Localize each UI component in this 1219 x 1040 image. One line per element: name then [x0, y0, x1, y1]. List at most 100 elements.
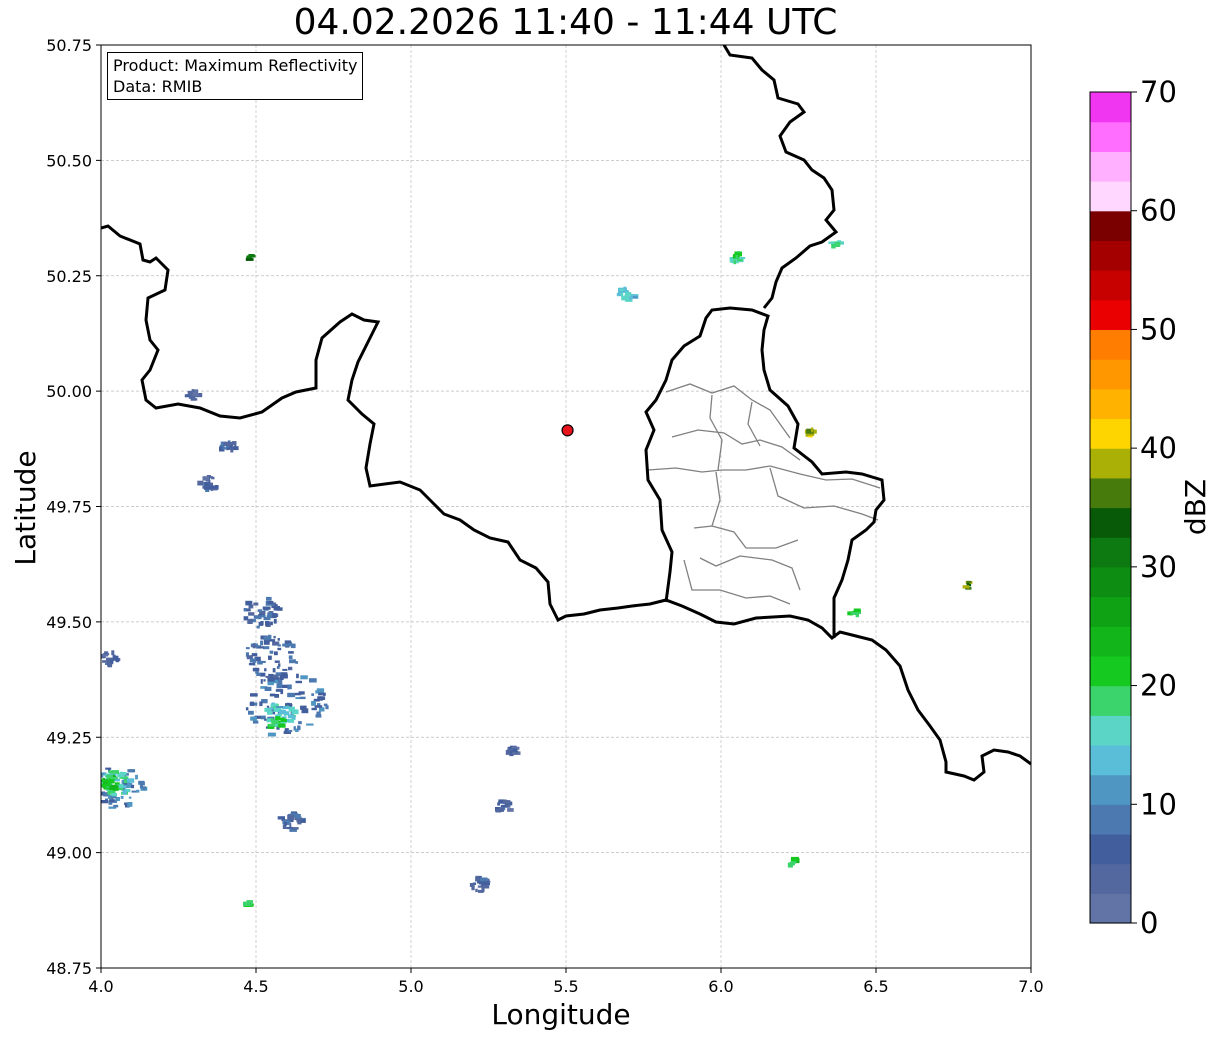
colorbar-segment — [1090, 359, 1131, 390]
echo-pixel — [203, 486, 212, 490]
echo-pixel — [271, 702, 275, 705]
echo-pixel — [315, 714, 322, 718]
echo-pixel — [624, 288, 627, 292]
echo-pixel — [266, 705, 270, 708]
echo-pixel — [109, 799, 115, 802]
echo-pixel — [246, 255, 252, 259]
echo-pixel — [120, 795, 124, 799]
echo-pixel — [268, 723, 275, 727]
y-tick-label: 50.00 — [46, 382, 92, 401]
echo-pixel — [190, 397, 196, 401]
echo-pixel — [481, 887, 485, 892]
echo-pixel — [245, 600, 253, 606]
colorbar-segment — [1090, 566, 1131, 598]
echo-pixel — [274, 660, 280, 663]
echo-pixel — [258, 660, 266, 663]
echo-pixel — [263, 646, 270, 650]
echo-pixel — [479, 877, 488, 882]
echo-pixel — [311, 693, 314, 696]
echo-pixel — [111, 650, 115, 656]
echo-pixel — [311, 700, 316, 706]
echo-pixel — [275, 716, 281, 721]
y-tick-label: 49.50 — [46, 613, 92, 632]
echo-pixel — [101, 784, 107, 788]
echo-pixel — [253, 602, 259, 606]
colorbar-tick-label: 20 — [1140, 669, 1177, 703]
colorbar-segment — [1090, 151, 1131, 182]
echo-pixel — [264, 718, 267, 721]
y-tick-label: 49.00 — [46, 844, 92, 863]
echo-pixel — [263, 640, 270, 645]
echo-pixel — [288, 718, 295, 723]
echo-pixel — [279, 675, 284, 680]
echo-pixel — [192, 391, 196, 395]
x-tick-label: 5.0 — [398, 977, 423, 996]
echo-pixel — [142, 786, 146, 790]
colorbar-tick-label: 10 — [1140, 787, 1177, 821]
colorbar-segment — [1090, 507, 1131, 538]
echo-pixel — [295, 813, 301, 819]
echo-pixel — [273, 674, 279, 678]
radar-map-figure: 4.0 4.5 5.0 5.5 6.0 6.5 7.0 48.75 49.00 49.25 49.… — [9, 36, 1212, 1031]
echo-pixel — [287, 643, 293, 647]
echo-pixel — [264, 686, 272, 691]
echo-pixel — [279, 709, 286, 715]
echo-pixel — [632, 296, 638, 299]
echo-pixel — [325, 705, 329, 710]
x-tick-label: 6.0 — [708, 977, 733, 996]
echo-pixel — [278, 663, 281, 667]
product-line: Product: Maximum Reflectivity — [113, 56, 358, 75]
echo-pixel — [257, 615, 262, 620]
echo-pixel — [260, 679, 263, 684]
echo-pixel — [267, 732, 276, 737]
echo-pixel — [738, 259, 742, 262]
echo-pixel — [287, 714, 294, 719]
echo-pixel — [135, 774, 138, 780]
echo-pixel — [790, 857, 794, 862]
echo-pixel — [287, 693, 296, 697]
echo-pixel — [115, 657, 120, 663]
echo-pixel — [850, 612, 858, 615]
echo-pixel — [828, 241, 835, 244]
echo-pixel — [245, 258, 254, 261]
echo-pixel — [268, 634, 272, 640]
echo-pixel — [733, 259, 737, 265]
echo-pixel — [252, 643, 256, 649]
echo-pixel — [629, 297, 633, 300]
colorbar-segment — [1090, 833, 1131, 865]
colorbar-segment — [1090, 626, 1131, 657]
echo-pixel — [107, 779, 115, 783]
y-axis-ticks: 48.75 49.00 49.25 49.50 49.75 50.00 50.25 50.50… — [46, 36, 101, 978]
echo-pixel — [271, 719, 279, 725]
echo-pixel — [509, 750, 513, 754]
echo-pixel — [102, 653, 108, 657]
echo-pixel — [291, 827, 299, 830]
echo-pixel — [109, 785, 117, 790]
colorbar-segment — [1090, 893, 1131, 924]
echo-pixel — [291, 709, 299, 715]
y-tick-label: 50.50 — [46, 151, 92, 170]
echo-pixel — [110, 777, 118, 780]
colorbar-segment — [1090, 655, 1131, 687]
echo-pixel — [252, 720, 259, 724]
echo-pixel — [124, 779, 128, 784]
echo-pixel — [278, 723, 286, 728]
echo-pixel — [251, 653, 258, 657]
colorbar-tick-label: 70 — [1140, 75, 1177, 109]
echo-pixel — [282, 668, 288, 671]
echo-pixel — [735, 252, 741, 255]
echo-pixel — [259, 701, 263, 707]
colorbar-tick-label: 30 — [1140, 550, 1177, 584]
echo-pixel — [202, 476, 209, 481]
echo-pixel — [281, 684, 288, 688]
colorbar-segment — [1090, 329, 1131, 360]
colorbar-segment — [1090, 181, 1131, 212]
echo-pixel — [247, 619, 253, 624]
echo-pixel — [101, 800, 109, 804]
colorbar-tick-label: 60 — [1140, 194, 1177, 228]
echo-pixel — [317, 696, 323, 701]
echo-pixel — [210, 485, 218, 489]
echo-pixel — [299, 696, 306, 700]
echo-pixel — [138, 780, 145, 785]
echo-pixel — [231, 441, 237, 445]
